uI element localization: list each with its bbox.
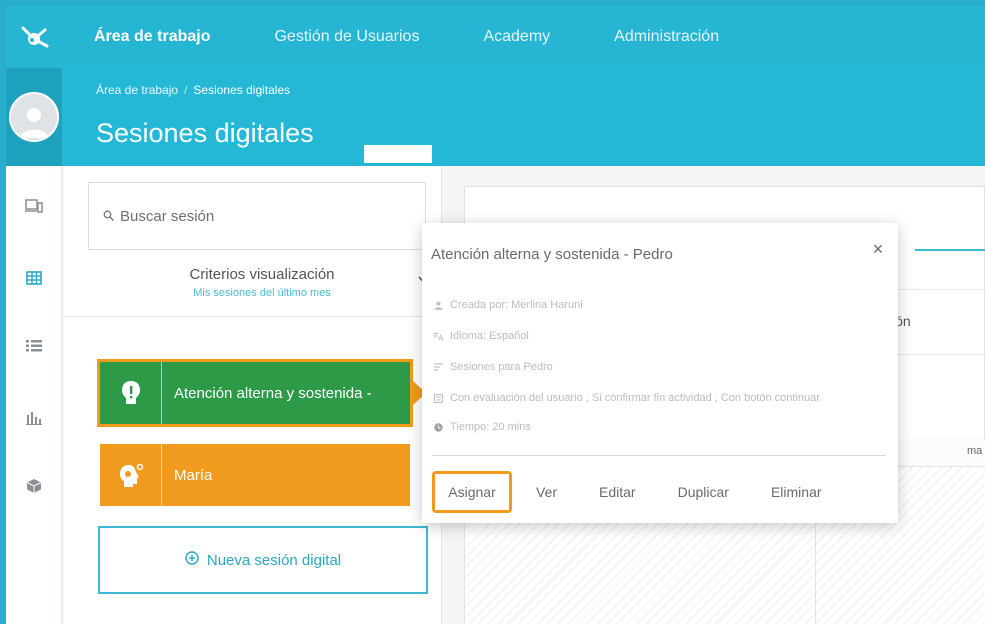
head-gears-icon <box>100 444 162 506</box>
nav-item-workspace[interactable]: Área de trabajo <box>94 28 210 46</box>
new-session-button[interactable]: Nueva sesión digital <box>98 526 428 594</box>
left-icon-rail <box>6 68 62 624</box>
cube-icon[interactable] <box>20 472 48 500</box>
view-button[interactable]: Ver <box>522 471 571 513</box>
redaction-block <box>364 145 432 163</box>
meta-time: Tiempo: 20 mins <box>432 421 531 433</box>
criteria-title: Criterios visualización <box>189 266 335 283</box>
top-navigation-bar: Área de trabajo Gestión de Usuarios Acad… <box>6 6 985 68</box>
settings-list-icon <box>432 393 444 403</box>
nav-item-user-management[interactable]: Gestión de Usuarios <box>274 28 419 46</box>
breadcrumb-separator: / <box>184 83 188 97</box>
app-logo-icon[interactable] <box>6 6 62 68</box>
avatar[interactable] <box>9 92 59 142</box>
list-icon[interactable] <box>20 332 48 360</box>
meta-evaluation: Con evaluación del usuario , Si confirma… <box>432 392 820 404</box>
app-window: Área de trabajo Gestión de Usuarios Acad… <box>6 6 985 624</box>
popover-title: Atención alterna y sostenida - Pedro <box>431 246 673 263</box>
meta-language: Idioma: Español <box>432 330 529 342</box>
breadcrumb: Área de trabajo / Sesiones digitales <box>96 83 290 97</box>
page-title: Sesiones digitales <box>96 118 314 148</box>
close-icon[interactable]: × <box>868 239 888 260</box>
add-circle-icon <box>185 551 199 569</box>
grid-icon[interactable] <box>20 264 48 292</box>
bar-chart-icon[interactable] <box>20 404 48 432</box>
assign-button[interactable]: Asignar <box>432 471 512 513</box>
sessions-panel: Criterios visualización Mis sesiones del… <box>64 166 442 624</box>
delete-button[interactable]: Eliminar <box>757 471 836 513</box>
main-nav: Área de trabajo Gestión de Usuarios Acad… <box>94 6 783 68</box>
edit-button[interactable]: Editar <box>585 471 650 513</box>
breadcrumb-parent-link[interactable]: Área de trabajo <box>96 83 178 97</box>
clock-icon <box>432 422 444 432</box>
view-criteria-dropdown[interactable]: Criterios visualización Mis sesiones del… <box>88 266 436 299</box>
active-tab-indicator <box>915 249 985 251</box>
nav-item-administration[interactable]: Administración <box>614 28 719 46</box>
search-icon <box>103 208 114 225</box>
list-icon <box>432 363 444 371</box>
user-icon <box>432 301 444 310</box>
session-label: Atención alterna y sostenida - <box>174 384 372 402</box>
session-details-popover: Atención alterna y sostenida - Pedro × C… <box>422 223 898 523</box>
panel-divider <box>64 316 442 317</box>
session-label: María <box>174 466 213 484</box>
duplicate-button[interactable]: Duplicar <box>664 471 743 513</box>
popover-divider <box>432 455 886 456</box>
page-header: Área de trabajo / Sesiones digitales Ses… <box>62 68 985 166</box>
session-card-maria[interactable]: María <box>100 444 410 506</box>
avatar-container <box>6 68 62 166</box>
search-box[interactable] <box>88 182 426 250</box>
head-lightbulb-icon <box>100 362 162 424</box>
breadcrumb-current: Sesiones digitales <box>193 83 291 97</box>
meta-sessions-for: Sesiones para Pedro <box>432 361 553 373</box>
session-card-attention[interactable]: Atención alterna y sostenida - <box>97 359 426 427</box>
devices-icon[interactable] <box>20 192 48 220</box>
calendar-column-label: ma <box>967 445 983 457</box>
new-session-label: Nueva sesión digital <box>206 551 342 569</box>
search-input[interactable] <box>120 207 400 225</box>
translate-icon <box>432 332 444 341</box>
popover-actions: Asignar Ver Editar Duplicar Eliminar <box>432 471 836 513</box>
meta-created-by: Creada por: Merlina Haruni <box>432 299 583 311</box>
criteria-subtitle: Mis sesiones del último mes <box>193 287 331 299</box>
nav-item-academy[interactable]: Academy <box>483 28 550 46</box>
